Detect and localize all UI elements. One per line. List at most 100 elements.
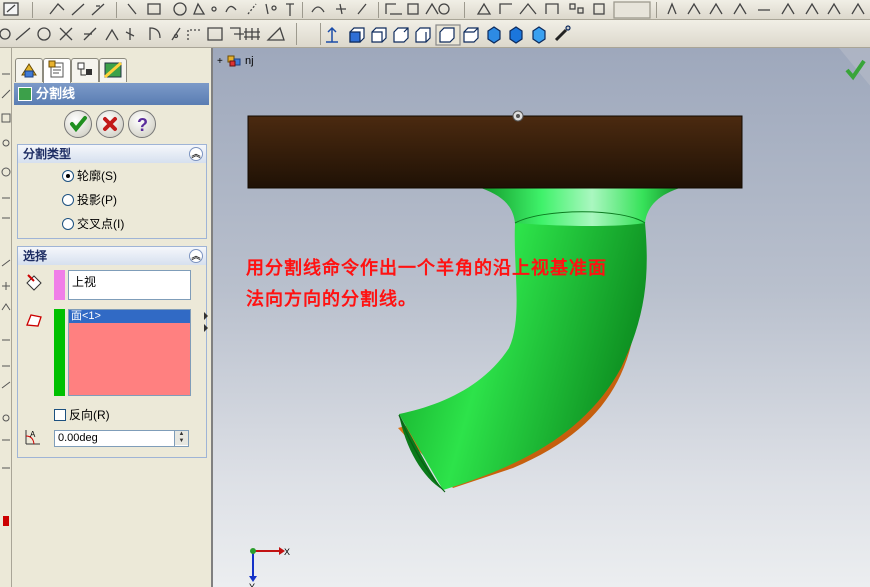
spin-up-icon[interactable]: ▲ bbox=[175, 431, 188, 438]
grid-icon[interactable] bbox=[244, 28, 260, 40]
revolve-icon[interactable] bbox=[407, 3, 419, 15]
construction-icon[interactable] bbox=[187, 29, 200, 40]
trim-entities-icon[interactable] bbox=[59, 27, 73, 41]
property-manager-tab[interactable] bbox=[43, 58, 71, 83]
svg-text:A: A bbox=[30, 430, 36, 439]
feature-tree-icon bbox=[21, 63, 37, 78]
circle-icon[interactable] bbox=[173, 2, 187, 16]
sketch-tools-toolbar bbox=[0, 20, 870, 48]
ok-button[interactable] bbox=[64, 110, 92, 138]
rib-icon[interactable] bbox=[545, 3, 559, 14]
collapse-icon[interactable]: ︽ bbox=[189, 249, 203, 263]
circle-sketch-icon[interactable] bbox=[0, 28, 11, 40]
cancel-button[interactable] bbox=[96, 110, 124, 138]
configuration-manager-tab[interactable] bbox=[71, 58, 99, 82]
dimension-icon[interactable] bbox=[266, 26, 285, 41]
radio-projection[interactable]: 投影(P) bbox=[62, 193, 117, 207]
sketch-icon[interactable] bbox=[3, 2, 19, 16]
copy-icon[interactable] bbox=[171, 27, 181, 41]
radio-dot[interactable] bbox=[62, 194, 74, 206]
svg-text:?: ? bbox=[137, 115, 148, 135]
shaded-icon[interactable] bbox=[487, 26, 501, 44]
hide-show-icon[interactable] bbox=[805, 2, 819, 15]
star-icon[interactable] bbox=[336, 3, 346, 15]
line-icon[interactable] bbox=[71, 3, 85, 16]
left-view-icon[interactable] bbox=[393, 27, 409, 43]
angle-spinner[interactable]: ▲ ▼ bbox=[174, 431, 188, 446]
rectangle2-icon[interactable] bbox=[147, 3, 161, 15]
point-icon[interactable] bbox=[211, 6, 217, 12]
checkbox-box[interactable] bbox=[54, 409, 66, 421]
rotate-icon[interactable] bbox=[733, 2, 747, 15]
appearance-icon[interactable] bbox=[827, 2, 841, 15]
panel-resize-handle[interactable] bbox=[204, 310, 209, 334]
wave-icon[interactable] bbox=[311, 6, 325, 13]
direction-value: 上视 bbox=[72, 275, 97, 289]
feature-manager-tab[interactable] bbox=[15, 58, 43, 82]
spline-icon[interactable] bbox=[225, 5, 237, 13]
selection-header[interactable]: 选择 ︽ bbox=[18, 247, 206, 265]
pattern-icon[interactable] bbox=[569, 3, 584, 14]
isometric-view-icon[interactable] bbox=[463, 27, 479, 43]
wireframe-icon[interactable] bbox=[509, 26, 523, 44]
shell-icon[interactable] bbox=[519, 2, 537, 15]
scale-icon[interactable] bbox=[230, 27, 244, 40]
hidden-lines-icon[interactable] bbox=[532, 26, 546, 44]
polygon-icon[interactable] bbox=[193, 2, 206, 15]
right-view-icon[interactable] bbox=[415, 27, 431, 43]
front-view-icon[interactable] bbox=[349, 27, 365, 43]
faces-list[interactable]: 面<1> bbox=[68, 309, 191, 396]
radio-label: 投影(P) bbox=[77, 193, 117, 207]
extrude-icon[interactable] bbox=[385, 3, 402, 15]
help-button[interactable]: ? bbox=[128, 110, 156, 138]
split-type-header[interactable]: 分割类型 ︽ bbox=[18, 145, 206, 163]
origin-dot bbox=[516, 114, 520, 118]
help-icon: ? bbox=[137, 115, 148, 135]
display-style-icon[interactable] bbox=[781, 2, 795, 15]
centerline-icon[interactable] bbox=[247, 3, 257, 15]
radio-dot[interactable] bbox=[62, 170, 74, 182]
circle2-icon[interactable] bbox=[37, 27, 51, 41]
scene-icon[interactable] bbox=[851, 2, 865, 15]
selection-group: 选择 ︽ 上视 面<1> 反向(R) A 0.00deg ▲ ▼ bbox=[17, 246, 207, 458]
top-view-icon[interactable] bbox=[435, 24, 461, 46]
chamfer-icon[interactable] bbox=[499, 3, 512, 14]
direction-field[interactable]: 上视 bbox=[68, 270, 191, 300]
normal-to-icon[interactable] bbox=[326, 26, 338, 43]
slash-icon[interactable] bbox=[357, 3, 367, 15]
graphics-viewport[interactable]: + nj X Y 用分割线命令作出一个羊角的沿上视基准面 法向方向的分割线。 bbox=[211, 48, 870, 587]
radio-dot[interactable] bbox=[62, 218, 74, 230]
offset-icon[interactable] bbox=[149, 27, 161, 40]
section-view-icon[interactable] bbox=[554, 25, 571, 42]
zoom-icon[interactable] bbox=[687, 2, 701, 15]
fillet-icon[interactable] bbox=[476, 2, 492, 15]
loft-icon[interactable] bbox=[438, 3, 450, 15]
back-view-icon[interactable] bbox=[371, 27, 387, 43]
collapse-icon[interactable]: ︽ bbox=[189, 147, 203, 161]
arc-icon[interactable] bbox=[127, 3, 137, 15]
list-item[interactable]: 面<1> bbox=[69, 310, 190, 323]
panel-title-text: 分割线 bbox=[36, 86, 76, 101]
line-sketch-icon[interactable] bbox=[15, 27, 31, 41]
radio-silhouette[interactable]: 轮廓(S) bbox=[62, 169, 117, 183]
radio-intersection[interactable]: 交叉点(I) bbox=[62, 217, 124, 231]
split-line-icon bbox=[18, 87, 32, 101]
reverse-checkbox[interactable]: 反向(R) bbox=[54, 406, 110, 423]
pan-icon[interactable] bbox=[709, 2, 723, 15]
selection-title: 选择 bbox=[23, 249, 48, 263]
move-icon[interactable] bbox=[105, 28, 119, 41]
annotation-line-2: 法向方向的分割线。 bbox=[246, 289, 417, 310]
ellipse-icon[interactable] bbox=[265, 3, 277, 15]
extend-icon[interactable] bbox=[83, 27, 97, 41]
view-orient-icon[interactable] bbox=[667, 2, 677, 15]
rectangle-icon[interactable] bbox=[91, 3, 105, 16]
display-manager-tab[interactable] bbox=[99, 58, 127, 82]
mirror-entities-icon[interactable] bbox=[125, 28, 135, 40]
spin-down-icon[interactable]: ▼ bbox=[175, 438, 188, 445]
angle-input[interactable]: 0.00deg ▲ ▼ bbox=[54, 430, 189, 447]
text-icon[interactable] bbox=[286, 3, 294, 16]
smart-dimension-icon[interactable] bbox=[49, 3, 65, 15]
sweep-icon[interactable] bbox=[425, 2, 439, 15]
mirror-icon[interactable] bbox=[593, 3, 605, 15]
rotate-entities-icon[interactable] bbox=[207, 27, 223, 41]
